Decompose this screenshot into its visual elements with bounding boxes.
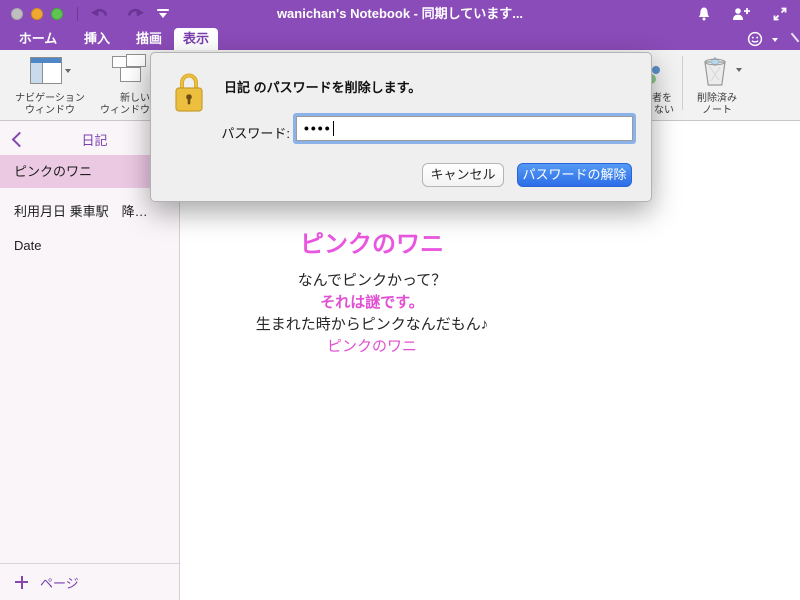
ribbon-group-divider — [682, 56, 683, 110]
zoom-window-button[interactable] — [51, 8, 63, 20]
dialog-message: 日記 のパスワードを削除します。 — [224, 80, 422, 95]
tab-draw[interactable]: 描画 — [132, 28, 166, 50]
back-chevron-icon[interactable] — [11, 131, 28, 148]
navigation-window-button[interactable]: ナビゲーション ウィンドウ — [6, 54, 94, 116]
note-line[interactable]: それは謎です。 — [180, 292, 564, 314]
navigation-panes-icon — [29, 57, 62, 84]
add-page-label: ページ — [40, 575, 79, 591]
share-add-person-icon[interactable] — [731, 6, 751, 22]
trash-icon — [704, 56, 726, 86]
clipped-icon — [790, 32, 800, 43]
chevron-down-icon — [772, 38, 778, 42]
remove-password-button[interactable]: パスワードの解除 — [517, 163, 632, 187]
tab-home[interactable]: ホーム — [12, 28, 64, 50]
fullscreen-expand-icon[interactable] — [772, 6, 788, 22]
feedback-smiley-button[interactable] — [746, 30, 780, 50]
redo-icon[interactable] — [125, 6, 145, 22]
note-line[interactable]: なんでピンクかって？ — [180, 270, 564, 292]
close-window-button[interactable] — [11, 8, 23, 20]
ribbon-tab-bar: ホーム 挿入 描画 表示 — [0, 28, 800, 50]
note-text-block: ピンクのワニ なんでピンクかって？ それは謎です。 生まれた時からピンクなんだも… — [180, 231, 564, 358]
window-title: wanichan's Notebook - 同期しています... — [276, 6, 524, 21]
notifications-bell-icon[interactable] — [696, 6, 712, 22]
chevron-down-icon — [64, 68, 71, 73]
cancel-button[interactable]: キャンセル — [422, 163, 504, 187]
password-input[interactable]: •••• — [296, 116, 633, 141]
undo-icon[interactable] — [90, 6, 110, 22]
add-page-button[interactable]: ページ — [0, 563, 179, 600]
smiley-icon — [747, 31, 763, 47]
note-line[interactable]: 生まれた時からピンクなんだもん♪ — [180, 314, 564, 336]
section-title: 日記 — [81, 133, 108, 148]
onenote-window: wanichan's Notebook - 同期しています... ホーム 挿入 … — [0, 0, 800, 600]
title-bar: wanichan's Notebook - 同期しています... — [0, 0, 800, 28]
note-line[interactable]: ピンクのワニ — [180, 336, 564, 358]
password-dots: •••• — [304, 120, 332, 136]
tab-view[interactable]: 表示 — [174, 28, 218, 50]
deleted-notes-button[interactable]: 削除済み ノート — [686, 54, 748, 116]
tab-insert[interactable]: 挿入 — [80, 28, 114, 50]
page-list-item[interactable]: Date — [0, 229, 179, 262]
titlebar-divider — [77, 7, 78, 21]
quick-access-chevron-icon[interactable] — [157, 9, 169, 18]
password-label: パスワード: — [221, 126, 290, 141]
text-cursor — [332, 121, 334, 136]
remove-password-dialog: 日記 のパスワードを削除します。 パスワード: •••• キャンセル パスワード… — [150, 52, 652, 202]
minimize-window-button[interactable] — [31, 8, 43, 20]
note-title[interactable]: ピンクのワニ — [180, 231, 564, 259]
lock-icon — [175, 73, 203, 112]
chevron-down-icon — [736, 68, 742, 72]
plus-icon — [15, 575, 28, 589]
